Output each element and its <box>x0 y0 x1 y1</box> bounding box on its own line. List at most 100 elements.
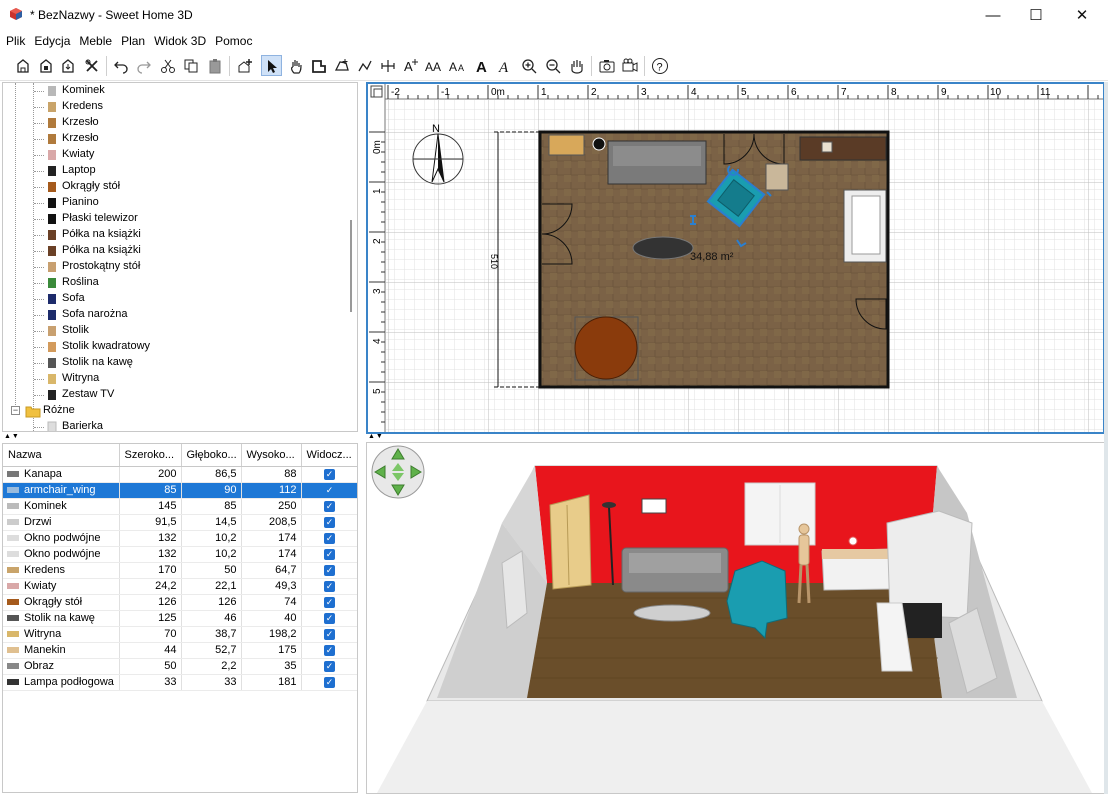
decrease-text-size-icon[interactable]: AA <box>447 55 468 76</box>
splitter-arrows-left[interactable]: ▲▼ <box>4 433 20 440</box>
cell-depth[interactable]: 46 <box>181 610 242 627</box>
cell-depth[interactable]: 10,2 <box>181 530 242 547</box>
catalog-scrollbar[interactable] <box>347 83 355 431</box>
cell-depth[interactable]: 2,2 <box>181 658 242 675</box>
cell-depth[interactable]: 14,5 <box>181 514 242 531</box>
create-walls-icon[interactable] <box>308 55 329 76</box>
menu-widok-3d[interactable]: Widok 3D <box>154 34 206 48</box>
catalog-item[interactable]: Zestaw TV <box>3 387 343 403</box>
aerial-view-icon[interactable] <box>566 55 587 76</box>
preferences-icon[interactable] <box>81 55 102 76</box>
paste-icon[interactable] <box>204 55 225 76</box>
table-row[interactable]: Kredens 170 50 64,7 ✓ <box>3 562 357 579</box>
cell-visible[interactable]: ✓ <box>301 546 357 563</box>
cell-width[interactable]: 126 <box>119 594 182 611</box>
visible-checkbox[interactable]: ✓ <box>324 580 335 592</box>
pan-mode-icon[interactable] <box>285 55 306 76</box>
visible-checkbox[interactable]: ✓ <box>324 644 335 656</box>
copy-icon[interactable] <box>180 55 201 76</box>
cell-name[interactable]: Lampa podłogowa <box>3 674 120 691</box>
cell-height[interactable]: 181 <box>241 674 302 691</box>
cell-name[interactable]: Kwiaty <box>3 578 120 595</box>
cell-name[interactable]: Okrągły stół <box>3 594 120 611</box>
increase-text-size-icon[interactable]: AA <box>423 55 444 76</box>
menu-plan[interactable]: Plan <box>121 34 145 48</box>
cell-name[interactable]: Drzwi <box>3 514 120 531</box>
cell-width[interactable]: 145 <box>119 498 182 515</box>
create-polylines-icon[interactable] <box>354 55 375 76</box>
catalog-item[interactable]: Kominek <box>3 83 343 99</box>
add-text-icon[interactable]: A <box>400 55 421 76</box>
cell-depth[interactable]: 10,2 <box>181 546 242 563</box>
cell-name[interactable]: Kredens <box>3 562 120 579</box>
menu-pomoc[interactable]: Pomoc <box>215 34 252 48</box>
cell-depth[interactable]: 126 <box>181 594 242 611</box>
catalog-item[interactable]: Roślina <box>3 275 343 291</box>
cell-height[interactable]: 174 <box>241 530 302 547</box>
cell-depth[interactable]: 50 <box>181 562 242 579</box>
cell-width[interactable]: 24,2 <box>119 578 182 595</box>
cell-name[interactable]: Stolik na kawę <box>3 610 120 627</box>
cell-width[interactable]: 44 <box>119 642 182 659</box>
cell-depth[interactable]: 33 <box>181 674 242 691</box>
cell-depth[interactable]: 86,5 <box>181 466 242 483</box>
table-row[interactable]: Stolik na kawę 125 46 40 ✓ <box>3 610 357 627</box>
cut-icon[interactable] <box>157 55 178 76</box>
visible-checkbox[interactable]: ✓ <box>324 612 335 624</box>
cell-visible[interactable]: ✓ <box>301 482 357 499</box>
catalog-item[interactable]: Półka na książki <box>3 243 343 259</box>
cell-width[interactable]: 91,5 <box>119 514 182 531</box>
plan-sideboard[interactable] <box>799 136 887 161</box>
cell-width[interactable]: 70 <box>119 626 182 643</box>
cell-visible[interactable]: ✓ <box>301 498 357 515</box>
menu-edycja[interactable]: Edycja <box>34 34 70 48</box>
create-rooms-icon[interactable] <box>331 55 352 76</box>
create-dimensions-icon[interactable] <box>377 55 398 76</box>
column-header-name[interactable]: Nazwa <box>3 444 120 467</box>
select-mode-icon[interactable] <box>261 55 282 76</box>
zoom-out-icon[interactable] <box>542 55 563 76</box>
cell-height[interactable]: 49,3 <box>241 578 302 595</box>
catalog-item[interactable]: Półka na książki <box>3 227 343 243</box>
catalog-item[interactable]: Płaski telewizor <box>3 211 343 227</box>
cell-depth[interactable]: 85 <box>181 498 242 515</box>
table-row[interactable]: Lampa podłogowa 33 33 181 ✓ <box>3 674 357 691</box>
table-row[interactable]: Kwiaty 24,2 22,1 49,3 ✓ <box>3 578 357 595</box>
cell-height[interactable]: 40 <box>241 610 302 627</box>
cell-height[interactable]: 88 <box>241 466 302 483</box>
cell-height[interactable]: 112 <box>241 482 302 499</box>
cell-height[interactable]: 198,2 <box>241 626 302 643</box>
cell-visible[interactable]: ✓ <box>301 466 357 483</box>
plan-coffee-table[interactable] <box>632 236 694 260</box>
catalog-item[interactable]: Okrągły stół <box>3 179 343 195</box>
cell-name[interactable]: Manekin <box>3 642 120 659</box>
create-video-icon[interactable] <box>619 55 640 76</box>
italic-text-icon[interactable]: A <box>494 55 515 76</box>
cell-depth[interactable]: 52,7 <box>181 642 242 659</box>
cell-name[interactable]: Okno podwójne <box>3 530 120 547</box>
table-row[interactable]: Obraz 50 2,2 35 ✓ <box>3 658 357 675</box>
catalog-item[interactable]: Stolik na kawę <box>3 355 343 371</box>
cell-depth[interactable]: 38,7 <box>181 626 242 643</box>
table-row[interactable]: Okrągły stół 126 126 74 ✓ <box>3 594 357 611</box>
splitter-arrows-right[interactable]: ▲▼ <box>368 433 384 440</box>
save-icon[interactable] <box>57 55 78 76</box>
cell-width[interactable]: 200 <box>119 466 182 483</box>
cell-width[interactable]: 33 <box>119 674 182 691</box>
cell-name[interactable]: Kanapa <box>3 466 120 483</box>
zoom-in-icon[interactable] <box>518 55 539 76</box>
column-header-depth[interactable]: Głęboko... <box>181 444 242 467</box>
add-furniture-icon[interactable] <box>234 55 255 76</box>
catalog-item[interactable]: Kredens <box>3 99 343 115</box>
maximize-button[interactable]: ☐ <box>1013 0 1059 30</box>
cell-depth[interactable]: 90 <box>181 482 242 499</box>
cell-name[interactable]: Witryna <box>3 626 120 643</box>
catalog-item[interactable]: Laptop <box>3 163 343 179</box>
undo-icon[interactable] <box>110 55 131 76</box>
table-row[interactable]: Okno podwójne 132 10,2 174 ✓ <box>3 546 357 563</box>
plan-view[interactable]: -2 -1 0m 1 2 3 4 5 6 7 8 9 10 11 0m 1 2 … <box>366 82 1105 434</box>
cell-visible[interactable]: ✓ <box>301 658 357 675</box>
collapse-toggle[interactable]: − <box>11 406 20 415</box>
cell-width[interactable]: 50 <box>119 658 182 675</box>
plan-flowers[interactable] <box>821 141 833 153</box>
